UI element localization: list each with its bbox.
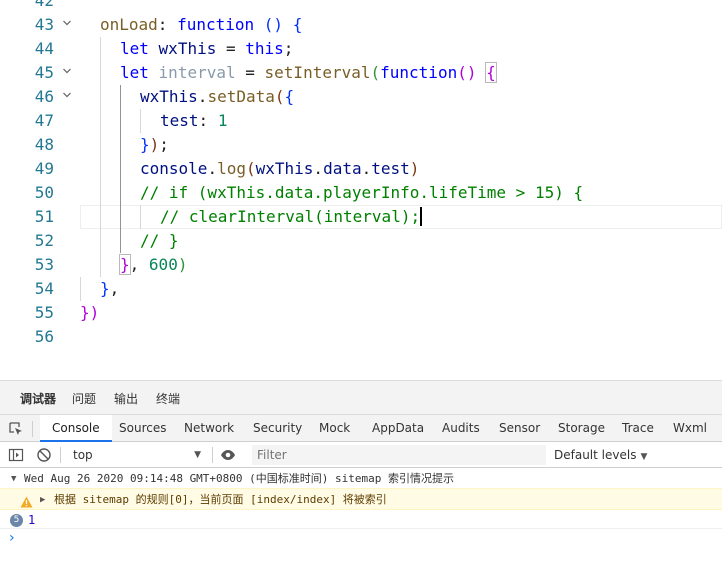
code-line-52[interactable]: 52 // } — [0, 229, 722, 253]
line-number: 51 — [34, 207, 54, 226]
tab-wxml[interactable]: Wxml — [672, 415, 708, 442]
tab-network[interactable]: Network — [183, 415, 235, 442]
code-text: test: 1 — [160, 111, 228, 130]
console-log-message[interactable]: 5 1 — [0, 511, 722, 529]
tab-output[interactable]: 输出 — [114, 390, 138, 407]
code-comment: // if (wxThis.data.playerInfo.lifeTime >… — [140, 183, 584, 202]
code-line-47[interactable]: 47 test: 1 — [0, 109, 722, 133]
line-number: 55 — [34, 303, 54, 322]
devtools-tool-tabs: Console Sources Network Security Mock Ap… — [0, 415, 722, 442]
console-group-header[interactable]: ▼ Wed Aug 26 2020 09:14:48 GMT+0800 (中国标… — [0, 470, 722, 488]
live-expression-eye-icon[interactable] — [220, 447, 236, 463]
code-line-50[interactable]: 50 // if (wxThis.data.playerInfo.lifeTim… — [0, 181, 722, 205]
line-number: 46 — [34, 87, 54, 106]
line-number: 53 — [34, 255, 54, 274]
line-number: 45 — [34, 63, 54, 82]
code-text: // clearInterval(interval); — [160, 207, 423, 226]
devtools-panel: 调试器 问题 输出 终端 Console Sources Network Sec… — [0, 380, 722, 565]
line-number: 44 — [34, 39, 54, 58]
line-number: 54 — [34, 279, 54, 298]
line-number: 52 — [34, 231, 54, 250]
tab-audits[interactable]: Audits — [441, 415, 481, 442]
code-text: }, — [100, 279, 120, 298]
line-number: 47 — [34, 111, 54, 130]
chevron-down-icon[interactable] — [62, 18, 72, 28]
context-select-value: top — [73, 448, 93, 462]
tab-terminal[interactable]: 终端 — [156, 390, 180, 407]
code-text: }); — [140, 135, 169, 154]
line-number: 49 — [34, 159, 54, 178]
log-levels-dropdown[interactable]: Default levels ▼ — [554, 445, 647, 467]
sidebar-toggle-icon[interactable] — [8, 447, 24, 463]
console-warning-message[interactable]: ▶ 根据 sitemap 的规则[0]，当前页面 [index/index] 将… — [0, 488, 722, 510]
console-toolbar: top ▼ Default levels▼ — [0, 442, 722, 468]
log-levels-label: Default levels — [554, 448, 637, 462]
tab-console[interactable]: Console — [40, 415, 112, 442]
code-text: onLoad: function () { — [100, 15, 303, 34]
code-line-53[interactable]: 53 }, 600) — [0, 253, 722, 277]
repeat-count-badge: 5 — [10, 514, 23, 527]
code-line-44[interactable]: 44 let wxThis = this; — [0, 37, 722, 61]
tab-trace[interactable]: Trace — [621, 415, 655, 442]
code-line-55[interactable]: 55 }) — [0, 301, 722, 325]
line-number: 43 — [34, 15, 54, 34]
line-number: 48 — [34, 135, 54, 154]
log-value: 1 — [28, 513, 36, 527]
tab-security[interactable]: Security — [252, 415, 303, 442]
code-line-43[interactable]: 43 onLoad: function () { — [0, 13, 722, 37]
chevron-down-icon[interactable] — [62, 66, 72, 76]
clear-console-icon[interactable] — [36, 447, 52, 463]
line-number: 42 — [34, 0, 54, 10]
code-line-45[interactable]: 45 let interval = setInterval(function()… — [0, 61, 722, 85]
console-prompt[interactable]: › — [0, 530, 722, 548]
bottom-panel-tabs: 调试器 问题 输出 终端 — [0, 381, 722, 415]
tab-debugger[interactable]: 调试器 — [20, 390, 56, 407]
code-line-48[interactable]: 48 }); — [0, 133, 722, 157]
code-text: let wxThis = this; — [120, 39, 294, 58]
code-editor[interactable]: 42 43 onLoad: function () { 44 let wxThi… — [0, 0, 722, 380]
dropdown-arrow-icon: ▼ — [194, 450, 201, 460]
code-text: console.log(wxThis.data.test) — [140, 159, 420, 178]
code-line-42[interactable]: 42 — [0, 0, 722, 13]
dropdown-arrow-icon: ▼ — [640, 452, 648, 462]
group-header-text: Wed Aug 26 2020 09:14:48 GMT+0800 (中国标准时… — [24, 472, 455, 485]
filter-input[interactable] — [252, 445, 546, 465]
prompt-chevron-icon: › — [9, 530, 15, 546]
chevron-down-icon[interactable] — [62, 90, 72, 100]
expand-triangle-icon[interactable]: ▶ — [40, 489, 45, 511]
inspect-element-icon[interactable] — [8, 421, 24, 437]
line-number: 56 — [34, 327, 54, 346]
line-number: 50 — [34, 183, 54, 202]
code-text: let interval = setInterval(function() { — [120, 62, 497, 83]
text-cursor — [420, 207, 423, 226]
code-line-54[interactable]: 54 }, — [0, 277, 722, 301]
code-text: }, 600) — [119, 254, 188, 275]
tab-mock[interactable]: Mock — [318, 415, 351, 442]
code-line-49[interactable]: 49 console.log(wxThis.data.test) — [0, 157, 722, 181]
code-line-51[interactable]: 51 // clearInterval(interval); — [0, 205, 722, 229]
tab-appdata[interactable]: AppData — [371, 415, 425, 442]
expand-triangle-icon[interactable]: ▼ — [11, 470, 16, 488]
context-select[interactable]: top ▼ — [67, 445, 207, 465]
tab-storage[interactable]: Storage — [557, 415, 606, 442]
warning-text: 根据 sitemap 的规则[0]，当前页面 [index/index] 将被索… — [54, 493, 387, 506]
tab-problems[interactable]: 问题 — [72, 390, 96, 407]
tab-sources[interactable]: Sources — [118, 415, 167, 442]
code-line-56[interactable]: 56 — [0, 325, 722, 349]
code-comment: // } — [140, 231, 179, 250]
code-text: wxThis.setData({ — [140, 87, 295, 106]
code-line-46[interactable]: 46 wxThis.setData({ — [0, 85, 722, 109]
tab-sensor[interactable]: Sensor — [498, 415, 541, 442]
code-text: }) — [80, 303, 100, 322]
